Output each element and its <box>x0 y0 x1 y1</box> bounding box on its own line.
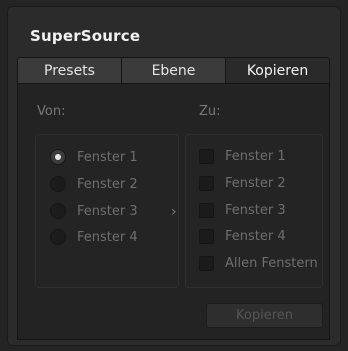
from-option-label: Fenster 1 <box>77 149 138 165</box>
radio-icon[interactable] <box>50 176 66 192</box>
from-option-label: Fenster 3 <box>77 203 138 219</box>
copy-button[interactable]: Kopieren <box>206 303 323 328</box>
tab-ebene[interactable]: Ebene <box>122 58 226 83</box>
checkbox-icon[interactable] <box>199 176 214 191</box>
chevron-right-icon: › <box>171 204 177 220</box>
to-option-fenster-3[interactable]: Fenster 3 <box>199 203 286 218</box>
to-option-allen-fenstern[interactable]: Allen Fenstern <box>199 256 318 271</box>
checkbox-icon[interactable] <box>199 256 214 271</box>
to-option-label: Allen Fenstern <box>225 256 318 271</box>
to-label: Zu: <box>199 104 221 119</box>
from-option-fenster-3[interactable]: Fenster 3 <box>50 203 138 219</box>
from-option-label: Fenster 4 <box>77 229 138 245</box>
checkbox-icon[interactable] <box>199 149 214 164</box>
checkbox-icon[interactable] <box>199 229 214 244</box>
radio-icon[interactable] <box>50 203 66 219</box>
to-option-fenster-4[interactable]: Fenster 4 <box>199 229 286 244</box>
to-option-label: Fenster 1 <box>225 149 286 164</box>
tab-presets[interactable]: Presets <box>18 58 122 83</box>
to-option-label: Fenster 2 <box>225 176 286 191</box>
radio-icon[interactable] <box>50 229 66 245</box>
from-option-fenster-2[interactable]: Fenster 2 <box>50 176 138 192</box>
panel-title: SuperSource <box>30 27 141 45</box>
to-option-label: Fenster 3 <box>225 203 286 218</box>
from-option-fenster-4[interactable]: Fenster 4 <box>50 229 138 245</box>
radio-selected-icon[interactable] <box>50 149 66 165</box>
checkbox-icon[interactable] <box>199 203 214 218</box>
to-option-fenster-1[interactable]: Fenster 1 <box>199 149 286 164</box>
from-option-label: Fenster 2 <box>77 176 138 192</box>
from-option-fenster-1[interactable]: Fenster 1 <box>50 149 138 165</box>
from-label: Von: <box>37 104 66 119</box>
to-option-fenster-2[interactable]: Fenster 2 <box>199 176 286 191</box>
to-option-label: Fenster 4 <box>225 229 286 244</box>
tab-kopieren[interactable]: Kopieren <box>226 58 329 83</box>
tab-bar: Presets Ebene Kopieren <box>17 57 330 84</box>
